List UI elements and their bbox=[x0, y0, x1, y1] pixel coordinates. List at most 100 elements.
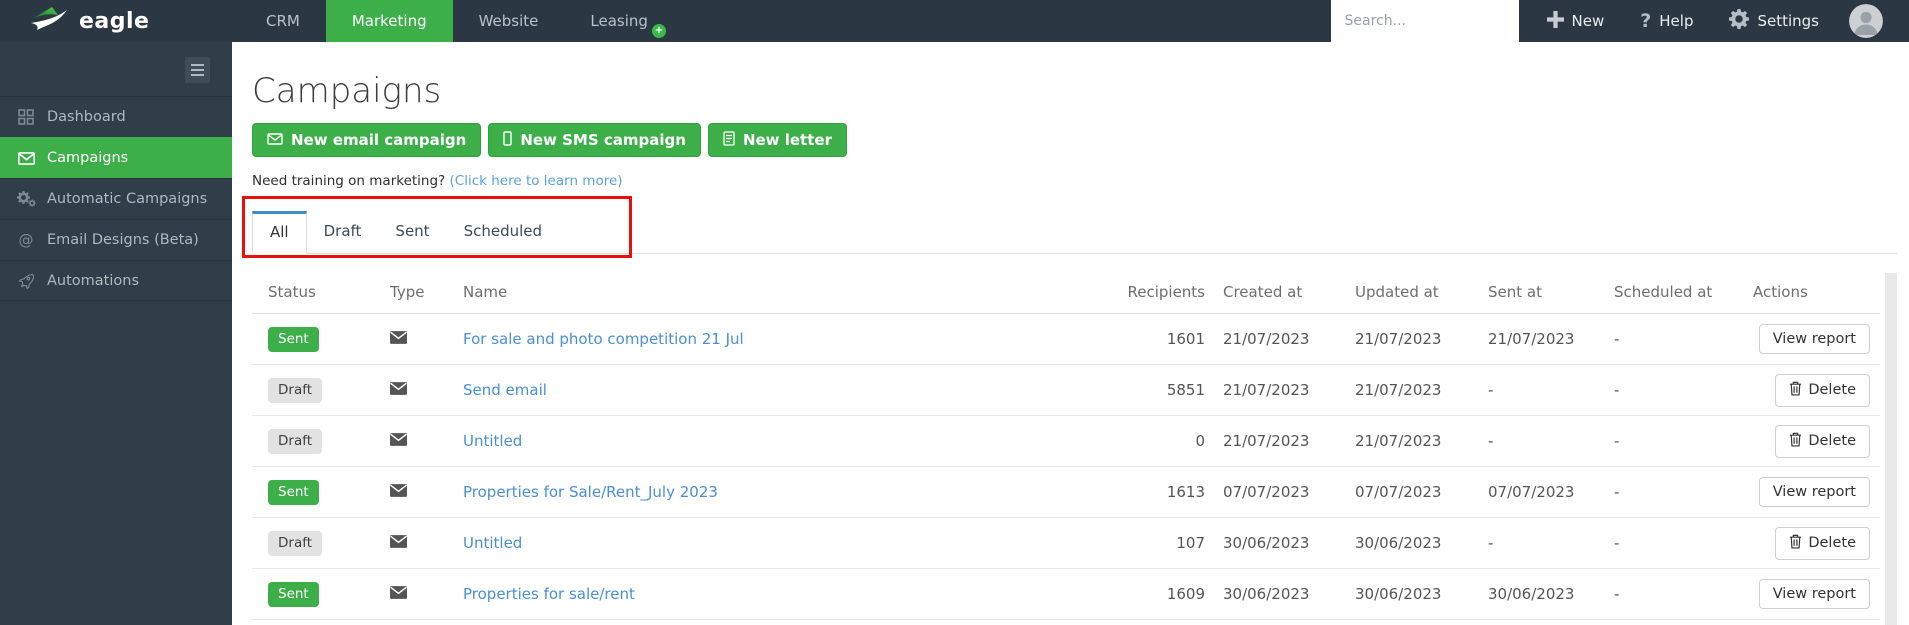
trash-icon bbox=[1789, 432, 1802, 451]
sidebar-item-email-designs[interactable]: @ Email Designs (Beta) bbox=[0, 219, 232, 260]
name-cell: Untitled bbox=[463, 432, 1123, 450]
actions-cell: Delete bbox=[1753, 374, 1880, 407]
created-at-cell: 21/07/2023 bbox=[1223, 432, 1355, 450]
sidebar-item-automations[interactable]: Automations bbox=[0, 260, 232, 301]
primary-nav: CRM Marketing Website Leasing + bbox=[240, 0, 674, 42]
nav-item-crm[interactable]: CRM bbox=[240, 0, 326, 42]
name-cell: Properties for sale/rent bbox=[463, 585, 1123, 603]
sidebar-item-campaigns[interactable]: Campaigns bbox=[0, 137, 232, 178]
actions-cell: View report bbox=[1753, 477, 1880, 507]
new-letter-button[interactable]: New letter bbox=[708, 123, 847, 157]
actions-cell: View report bbox=[1753, 579, 1880, 609]
recipients-cell: 107 bbox=[1123, 534, 1223, 552]
nav-item-marketing[interactable]: Marketing bbox=[326, 0, 453, 42]
plus-badge-icon: + bbox=[652, 24, 666, 38]
sent-at-cell: 07/07/2023 bbox=[1488, 483, 1614, 501]
main-content: Campaigns New email campaign New SMS cam… bbox=[232, 42, 1909, 625]
new-email-campaign-button[interactable]: New email campaign bbox=[252, 123, 481, 157]
status-badge: Draft bbox=[268, 429, 322, 454]
type-cell bbox=[390, 483, 463, 501]
avatar[interactable] bbox=[1849, 4, 1883, 38]
campaign-name-link[interactable]: Properties for sale/rent bbox=[463, 585, 635, 603]
sidebar-item-label: Email Designs (Beta) bbox=[47, 232, 199, 248]
status-badge: Draft bbox=[268, 378, 322, 403]
rocket-icon bbox=[16, 273, 36, 289]
campaign-name-link[interactable]: Untitled bbox=[463, 534, 522, 552]
tab-scheduled[interactable]: Scheduled bbox=[447, 211, 559, 253]
table-row: SentProperties for sale/rent160930/06/20… bbox=[252, 569, 1880, 620]
table-row: DraftUntitled10730/06/202330/06/2023--De… bbox=[252, 518, 1880, 569]
column-header-actions: Actions bbox=[1753, 283, 1880, 301]
status-cell: Sent bbox=[268, 327, 390, 352]
column-header-name: Name bbox=[463, 283, 1123, 301]
envelope-icon bbox=[390, 432, 407, 450]
updated-at-cell: 07/07/2023 bbox=[1355, 483, 1488, 501]
action-button-label: View report bbox=[1773, 484, 1856, 500]
column-header-created-at: Created at bbox=[1223, 283, 1355, 301]
sidebar-item-automatic-campaigns[interactable]: Automatic Campaigns bbox=[0, 178, 232, 219]
view-report-button[interactable]: View report bbox=[1759, 579, 1870, 609]
action-button-label: View report bbox=[1773, 586, 1856, 602]
status-badge: Draft bbox=[268, 531, 322, 556]
sidebar-collapse-button[interactable] bbox=[185, 57, 210, 83]
delete-button[interactable]: Delete bbox=[1775, 374, 1870, 407]
created-at-cell: 21/07/2023 bbox=[1223, 330, 1355, 348]
brand-logo[interactable]: eagle bbox=[0, 6, 232, 36]
gear-icon bbox=[1729, 9, 1749, 33]
created-at-cell: 30/06/2023 bbox=[1223, 534, 1355, 552]
campaigns-table: Status Type Name Recipients Created at U… bbox=[252, 271, 1880, 620]
new-button[interactable]: New bbox=[1547, 11, 1605, 32]
trash-icon bbox=[1789, 381, 1802, 400]
recipients-cell: 1609 bbox=[1123, 585, 1223, 603]
campaign-name-link[interactable]: Send email bbox=[463, 381, 547, 399]
sidebar: Dashboard Campaigns Automatic Campaigns … bbox=[0, 42, 232, 625]
name-cell: Send email bbox=[463, 381, 1123, 399]
delete-button[interactable]: Delete bbox=[1775, 425, 1870, 458]
tab-draft[interactable]: Draft bbox=[307, 211, 379, 253]
actions-cell: View report bbox=[1753, 324, 1880, 354]
envelope-icon bbox=[390, 534, 407, 552]
status-cell: Draft bbox=[268, 378, 390, 403]
column-header-scheduled-at: Scheduled at bbox=[1614, 283, 1753, 301]
action-button-label: Delete bbox=[1808, 382, 1856, 398]
campaign-name-link[interactable]: For sale and photo competition 21 Jul bbox=[463, 330, 744, 348]
nav-item-website[interactable]: Website bbox=[453, 0, 565, 42]
name-cell: For sale and photo competition 21 Jul bbox=[463, 330, 1123, 348]
scheduled-at-cell: - bbox=[1614, 330, 1753, 348]
table-body: Sent For sale and photo competition 21 Ju… bbox=[252, 314, 1880, 620]
recipients-cell: 0 bbox=[1123, 432, 1223, 450]
gears-icon bbox=[16, 191, 36, 207]
new-sms-campaign-button[interactable]: New SMS campaign bbox=[488, 123, 701, 157]
campaign-name-link[interactable]: Properties for Sale/Rent_July 2023 bbox=[463, 483, 718, 501]
actions-cell: Delete bbox=[1753, 527, 1880, 560]
letter-icon bbox=[723, 131, 735, 150]
tabs-wrap: All Draft Sent Scheduled bbox=[252, 211, 1897, 254]
nav-item-leasing[interactable]: Leasing + bbox=[564, 0, 674, 42]
table-header: Status Type Name Recipients Created at U… bbox=[252, 271, 1880, 314]
help-button[interactable]: ? Help bbox=[1640, 10, 1693, 32]
table-row: Sent For sale and photo competition 21 Ju… bbox=[252, 314, 1880, 365]
envelope-icon bbox=[390, 381, 407, 399]
nav-item-leasing-label: Leasing bbox=[590, 12, 648, 30]
updated-at-cell: 30/06/2023 bbox=[1355, 534, 1488, 552]
view-report-button[interactable]: View report bbox=[1759, 324, 1870, 354]
vertical-scrollbar[interactable] bbox=[1885, 273, 1897, 625]
tab-all[interactable]: All bbox=[252, 211, 307, 254]
scheduled-at-cell: - bbox=[1614, 585, 1753, 603]
envelope-icon bbox=[390, 330, 407, 348]
tab-sent[interactable]: Sent bbox=[378, 211, 446, 253]
status-badge: Sent bbox=[268, 582, 319, 607]
delete-button[interactable]: Delete bbox=[1775, 527, 1870, 560]
envelope-icon bbox=[16, 152, 36, 165]
new-email-campaign-label: New email campaign bbox=[291, 131, 466, 149]
settings-button[interactable]: Settings bbox=[1729, 9, 1819, 33]
campaign-name-link[interactable]: Untitled bbox=[463, 432, 522, 450]
name-cell: Untitled bbox=[463, 534, 1123, 552]
action-button-label: Delete bbox=[1808, 535, 1856, 551]
updated-at-cell: 21/07/2023 bbox=[1355, 432, 1488, 450]
search-input[interactable] bbox=[1331, 0, 1519, 42]
training-link[interactable]: (Click here to learn more) bbox=[450, 173, 623, 189]
view-report-button[interactable]: View report bbox=[1759, 477, 1870, 507]
page-title: Campaigns bbox=[252, 73, 1897, 109]
sidebar-item-dashboard[interactable]: Dashboard bbox=[0, 96, 232, 137]
